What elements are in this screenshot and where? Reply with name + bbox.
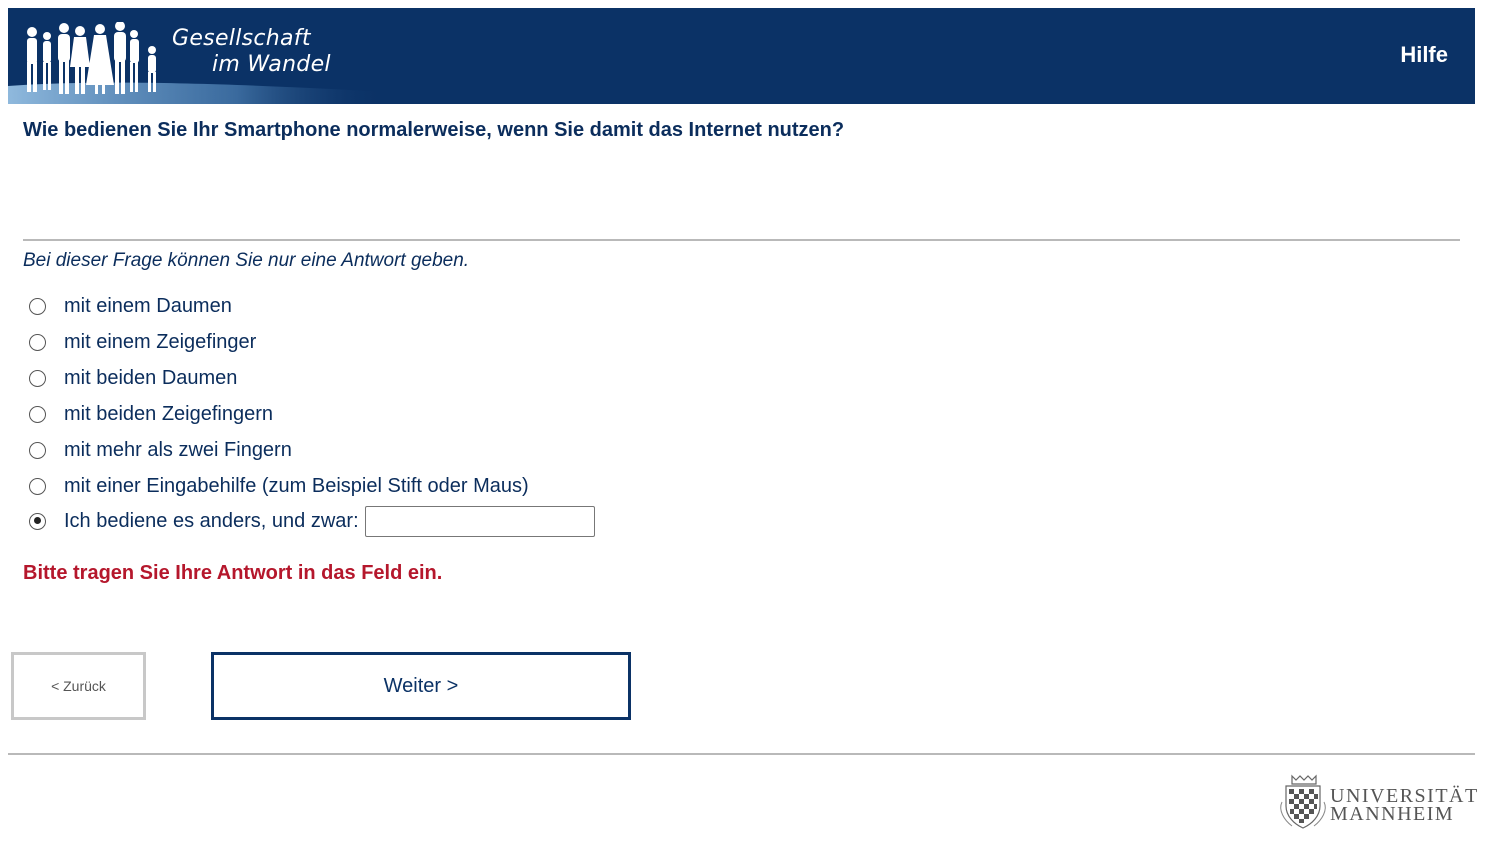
footer-divider	[8, 753, 1475, 755]
university-logo: UNIVERSITÄT MANNHEIM	[1278, 772, 1478, 830]
radio-button[interactable]	[29, 477, 46, 495]
option-input-aid[interactable]: mit einer Eingabehilfe (zum Beispiel Sti…	[29, 468, 595, 504]
people-silhouettes-logo	[27, 22, 156, 94]
option-more-than-two-fingers[interactable]: mit mehr als zwei Fingern	[29, 432, 595, 468]
radio-button[interactable]	[29, 369, 46, 387]
university-name-line2: MANNHEIM	[1330, 803, 1455, 825]
option-both-thumbs[interactable]: mit beiden Daumen	[29, 360, 595, 396]
option-both-index-fingers[interactable]: mit beiden Zeigefingern	[29, 396, 595, 432]
logo-title-line1: Gesellschaft	[172, 26, 311, 51]
logo-title: Gesellschaft im Wandel	[172, 26, 331, 78]
validation-error: Bitte tragen Sie Ihre Antwort in das Fel…	[23, 562, 443, 584]
survey-page: Gesellschaft im Wandel Hilfe Wie bediene…	[0, 0, 1491, 850]
option-label: mit einem Zeigefinger	[64, 330, 257, 353]
option-label: Ich bediene es anders, und zwar:	[64, 509, 359, 532]
radio-button[interactable]	[29, 441, 46, 459]
option-label: mit einem Daumen	[64, 294, 232, 317]
radio-button-selected[interactable]	[29, 512, 46, 530]
header-banner: Gesellschaft im Wandel Hilfe	[8, 8, 1475, 104]
option-label: mit beiden Daumen	[64, 366, 238, 389]
option-label: mit mehr als zwei Fingern	[64, 438, 292, 461]
option-one-index-finger[interactable]: mit einem Zeigefinger	[29, 324, 595, 360]
option-label: mit beiden Zeigefingern	[64, 402, 274, 425]
option-label: mit einer Eingabehilfe (zum Beispiel Sti…	[64, 474, 529, 497]
answer-options: mit einem Daumen mit einem Zeigefinger m…	[29, 288, 595, 538]
next-button[interactable]: Weiter >	[211, 652, 631, 720]
question-divider	[23, 239, 1460, 241]
radio-button[interactable]	[29, 405, 46, 423]
question-text: Wie bedienen Sie Ihr Smartphone normaler…	[23, 119, 845, 141]
university-crest-icon	[1280, 774, 1326, 829]
option-one-thumb[interactable]: mit einem Daumen	[29, 288, 595, 324]
university-name: UNIVERSITÄT MANNHEIM	[1330, 786, 1479, 825]
option-other[interactable]: Ich bediene es anders, und zwar:	[29, 504, 595, 538]
other-answer-input[interactable]	[364, 505, 595, 537]
answer-hint: Bei dieser Frage können Sie nur eine Ant…	[23, 250, 470, 271]
back-button[interactable]: < Zurück	[11, 652, 146, 720]
radio-button[interactable]	[29, 297, 46, 315]
radio-button[interactable]	[29, 333, 46, 351]
help-link[interactable]: Hilfe	[1400, 42, 1448, 68]
logo-title-line2: im Wandel	[212, 52, 331, 77]
